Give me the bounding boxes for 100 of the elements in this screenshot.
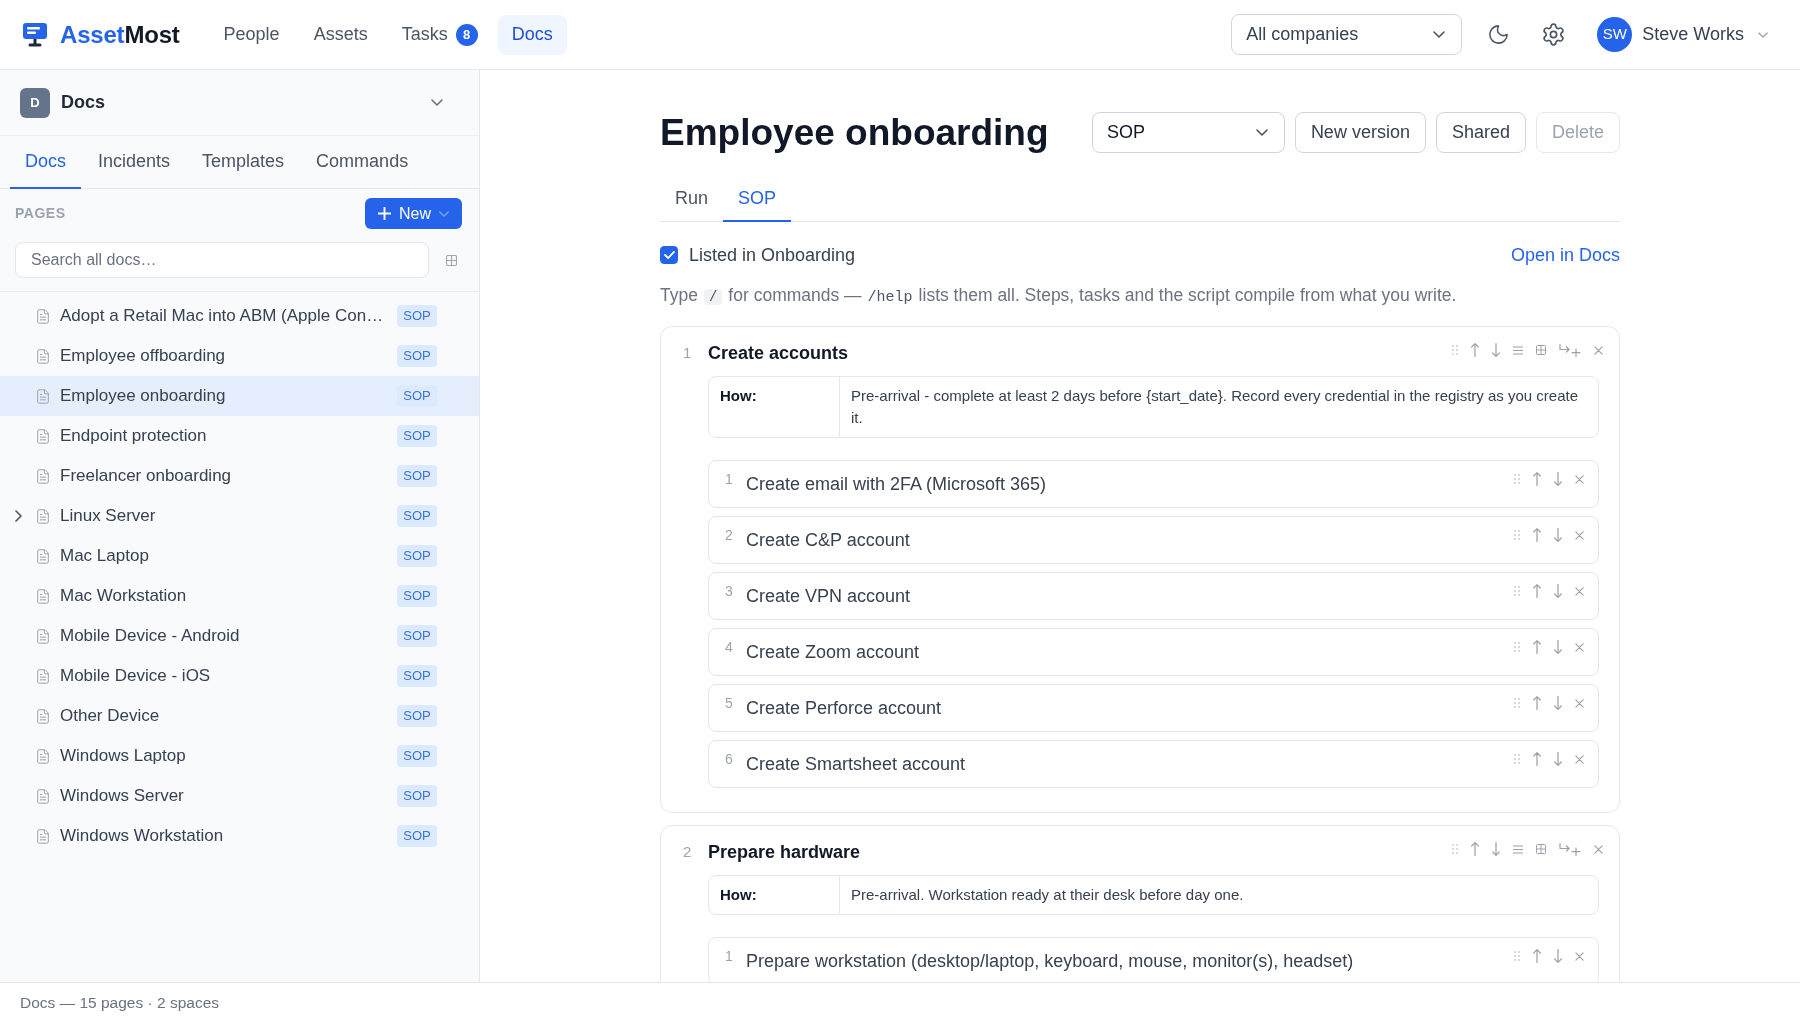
- space-avatar: D: [20, 87, 50, 118]
- chevron-down-icon: [1255, 128, 1268, 136]
- arrow-up-icon[interactable]: [1471, 842, 1479, 856]
- close-icon[interactable]: [1575, 586, 1584, 596]
- type-select[interactable]: SOP: [1091, 111, 1285, 153]
- corner-arrow-plus-icon[interactable]: [1559, 343, 1581, 357]
- document-icon: [35, 827, 51, 845]
- drag-handle-icon[interactable]: [1514, 951, 1520, 961]
- chevron-down-icon: [439, 210, 449, 217]
- arrow-down-icon[interactable]: [1554, 640, 1562, 654]
- document-icon: [35, 347, 51, 365]
- drag-handle-icon[interactable]: [1514, 530, 1520, 540]
- document-icon: [35, 747, 51, 765]
- sidebar-tab[interactable]: Incidents: [83, 136, 186, 189]
- drag-handle-icon[interactable]: [1452, 844, 1458, 854]
- close-icon[interactable]: [1575, 530, 1584, 540]
- how-label: How:: [709, 377, 840, 437]
- nav-tab[interactable]: Tasks 8: [387, 14, 492, 55]
- grid-icon[interactable]: [446, 254, 457, 266]
- page-title: Windows Workstation: [60, 825, 225, 848]
- arrow-up-icon[interactable]: [1533, 752, 1541, 766]
- substep-number: 5: [725, 694, 734, 712]
- company-select[interactable]: All companies: [1231, 14, 1463, 55]
- plus-icon: [378, 207, 391, 220]
- sop-tag: SOP: [397, 745, 437, 767]
- action-button[interactable]: New version: [1294, 111, 1426, 153]
- arrow-up-icon[interactable]: [1533, 472, 1541, 486]
- search-field[interactable]: Search all docs…: [15, 242, 429, 278]
- how-text: Pre-arrival - complete at least 2 days before {start_date}. Record every credential in the registry as you create it.: [850, 386, 1580, 428]
- arrow-up-icon[interactable]: [1533, 949, 1541, 963]
- sidebar-tab[interactable]: Commands: [301, 136, 424, 189]
- arrow-down-icon[interactable]: [1554, 752, 1562, 766]
- settings-icon[interactable]: [1541, 22, 1567, 47]
- sop-tag: SOP: [397, 305, 437, 327]
- page-title: Mobile Device - iOS: [60, 665, 212, 688]
- close-icon[interactable]: [1575, 474, 1584, 484]
- user-menu-button[interactable]: SW Steve Works: [1597, 17, 1768, 52]
- drag-handle-icon[interactable]: [1452, 345, 1458, 355]
- substep-text: Create VPN account: [746, 585, 911, 608]
- close-icon[interactable]: [1594, 345, 1603, 355]
- arrow-down-icon[interactable]: [1554, 584, 1562, 598]
- sop-tag: SOP: [397, 785, 437, 807]
- chevron-down-icon: [1758, 31, 1768, 38]
- drag-handle-icon[interactable]: [1514, 754, 1520, 764]
- close-icon[interactable]: [1575, 698, 1584, 708]
- avatar: SW: [1597, 17, 1633, 52]
- nav-tab[interactable]: People: [209, 14, 294, 55]
- document-icon: [35, 627, 51, 645]
- page-list-item[interactable]: Employee onboarding SOP: [0, 376, 479, 416]
- sop-tag: SOP: [397, 665, 437, 687]
- arrow-down-icon[interactable]: [1554, 472, 1562, 486]
- substep-number: 4: [725, 638, 734, 656]
- arrow-down-icon[interactable]: [1492, 842, 1500, 856]
- drag-handle-icon[interactable]: [1514, 586, 1520, 596]
- drag-handle-icon[interactable]: [1514, 642, 1520, 652]
- arrow-down-icon[interactable]: [1554, 528, 1562, 542]
- drag-handle-icon[interactable]: [1514, 474, 1520, 484]
- document-icon: [35, 787, 51, 805]
- chevron-down-icon[interactable]: [431, 99, 443, 106]
- substep-text: Create Perforce account: [746, 697, 942, 720]
- grid-icon[interactable]: [1536, 844, 1546, 854]
- close-icon[interactable]: [1575, 754, 1584, 764]
- step-number: 1: [682, 342, 693, 363]
- arrow-up-icon[interactable]: [1533, 696, 1541, 710]
- page-title: Employee offboarding: [60, 345, 227, 368]
- sidebar-tab[interactable]: Docs: [10, 136, 81, 189]
- new-page-button[interactable]: New: [365, 198, 462, 229]
- hint-text: Type / for commands — /help lists them all. Steps, tasks and the script compile from what you write.: [660, 284, 1458, 308]
- close-icon[interactable]: [1575, 951, 1584, 961]
- arrow-down-icon[interactable]: [1492, 343, 1500, 357]
- drag-handle-icon[interactable]: [1514, 698, 1520, 708]
- view-tab[interactable]: SOP: [723, 176, 792, 222]
- document-icon: [35, 707, 51, 725]
- nav-tab[interactable]: Docs: [497, 14, 567, 55]
- arrow-up-icon[interactable]: [1533, 640, 1541, 654]
- open-in-docs-link[interactable]: Open in Docs: [1510, 241, 1620, 269]
- arrow-down-icon[interactable]: [1554, 696, 1562, 710]
- grid-icon[interactable]: [1536, 345, 1546, 355]
- document-icon: [35, 507, 51, 525]
- checkbox[interactable]: [660, 246, 678, 264]
- close-icon[interactable]: [1575, 642, 1584, 652]
- page-title: Mobile Device - Android: [60, 625, 241, 648]
- document-icon: [35, 427, 51, 445]
- substep-text: Create C&P account: [746, 529, 910, 552]
- close-icon[interactable]: [1594, 844, 1603, 854]
- page-title: Employee onboarding: [660, 113, 1049, 151]
- arrow-up-icon[interactable]: [1533, 584, 1541, 598]
- document-icon: [35, 587, 51, 605]
- list-icon[interactable]: [1513, 844, 1523, 854]
- arrow-up-icon[interactable]: [1471, 343, 1479, 357]
- arrow-down-icon[interactable]: [1554, 949, 1562, 963]
- list-icon[interactable]: [1513, 345, 1523, 355]
- chevron-right-icon[interactable]: [15, 510, 22, 522]
- action-button[interactable]: Shared: [1435, 111, 1526, 153]
- sidebar-tab[interactable]: Templates: [187, 136, 300, 189]
- arrow-up-icon[interactable]: [1533, 528, 1541, 542]
- moon-icon[interactable]: [1487, 23, 1511, 46]
- corner-arrow-plus-icon[interactable]: [1559, 842, 1581, 856]
- view-tab[interactable]: Run: [660, 176, 724, 222]
- nav-tab[interactable]: Assets: [299, 14, 382, 55]
